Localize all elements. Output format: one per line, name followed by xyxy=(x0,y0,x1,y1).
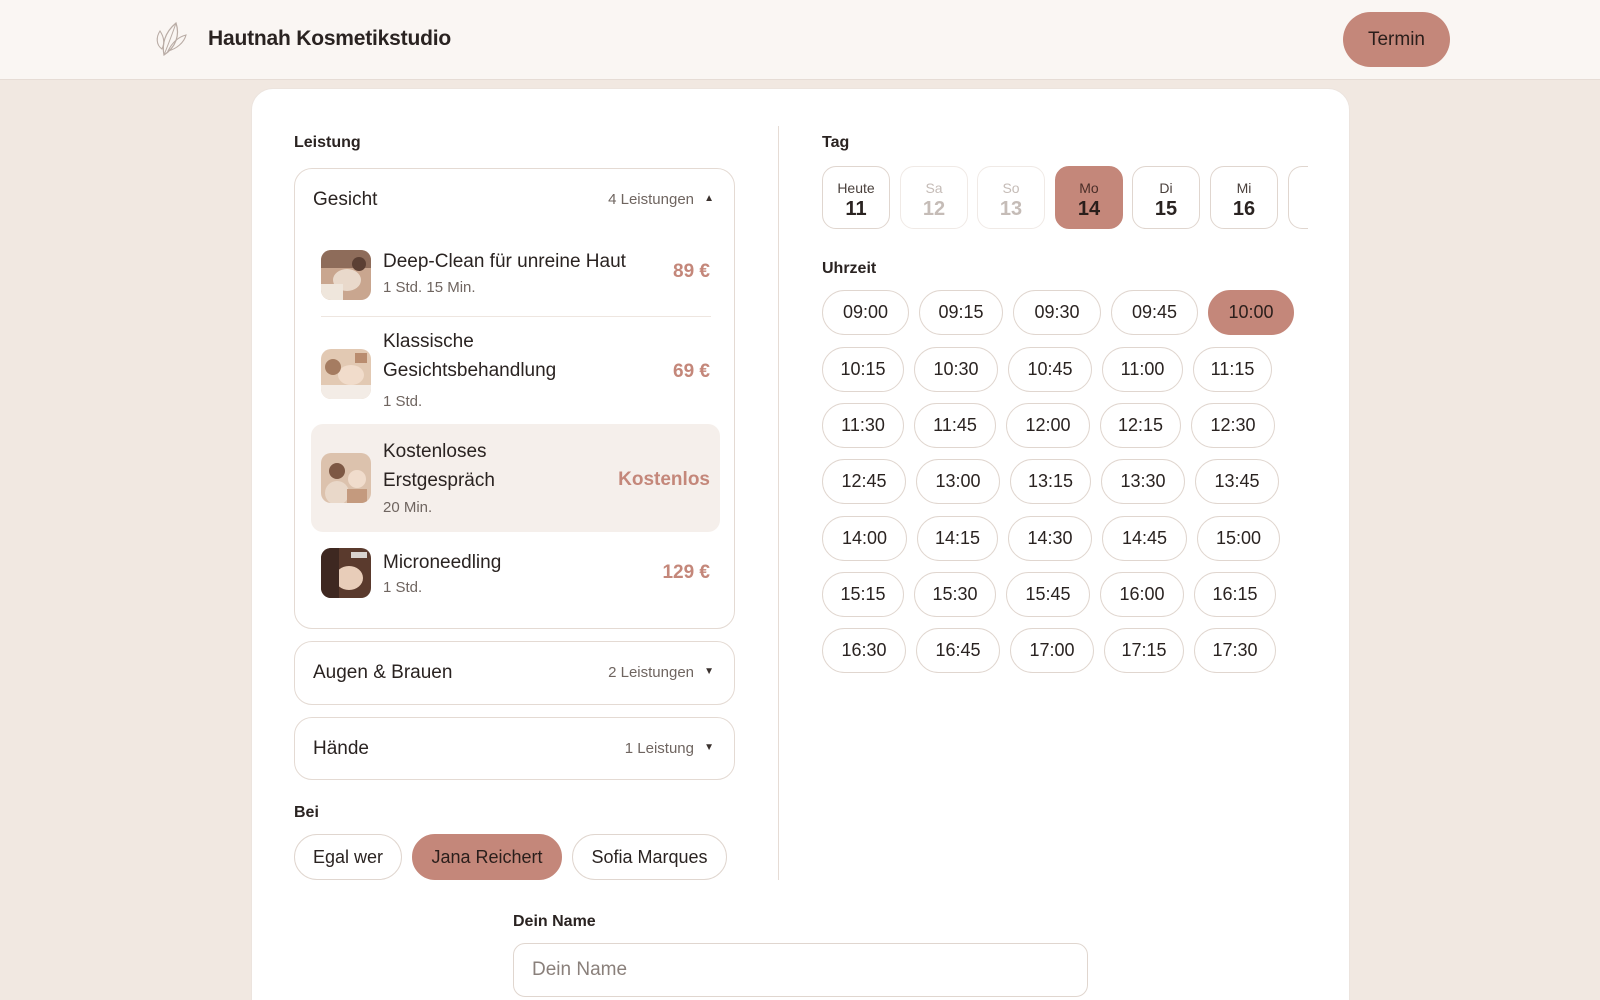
time-slot[interactable]: 16:15 xyxy=(1194,572,1276,617)
day-mi[interactable]: Mi 16 xyxy=(1210,166,1278,229)
time-slot[interactable]: 10:30 xyxy=(914,347,998,392)
time-slot[interactable]: 14:00 xyxy=(822,516,907,561)
service-price: 89 € xyxy=(673,261,710,282)
time-slot[interactable]: 09:30 xyxy=(1013,290,1101,335)
day-mo[interactable]: Mo 14 xyxy=(1055,166,1123,229)
service-thumbnail xyxy=(321,548,371,598)
service-thumbnail xyxy=(321,250,371,300)
service-microneedling[interactable]: Microneedling 1 Std. 129 € xyxy=(311,535,720,619)
time-slot[interactable]: 11:15 xyxy=(1193,347,1272,392)
time-slot[interactable]: 15:00 xyxy=(1197,516,1280,561)
category-header-gesicht[interactable]: Gesicht 4 Leistungen ▲ xyxy=(295,169,734,231)
category-count: 4 Leistungen xyxy=(608,191,694,208)
leistung-label: Leistung xyxy=(294,134,361,151)
service-price: 69 € xyxy=(673,361,710,382)
time-slot[interactable]: 10:45 xyxy=(1008,347,1092,392)
service-name: Klassische Gesichtsbehandlung xyxy=(383,331,557,381)
chevron-down-icon: ▼ xyxy=(704,742,714,753)
chevron-down-icon: ▼ xyxy=(704,666,714,677)
category-header-haende[interactable]: Hände 1 Leistung ▼ xyxy=(295,718,734,780)
service-duration: 1 Std. xyxy=(383,579,423,596)
time-slot[interactable]: 15:15 xyxy=(822,572,904,617)
service-price: Kostenlos xyxy=(618,469,710,490)
time-slot[interactable]: 12:45 xyxy=(822,459,906,504)
time-slot[interactable]: 12:30 xyxy=(1191,403,1275,448)
category-haende[interactable]: Hände 1 Leistung ▼ xyxy=(294,717,735,780)
day-heute[interactable]: Heute 11 xyxy=(822,166,890,229)
column-divider xyxy=(778,126,779,880)
service-deep-clean[interactable]: Deep-Clean für unreine Haut 1 Std. 15 Mi… xyxy=(311,235,720,315)
time-slot[interactable]: 12:00 xyxy=(1006,403,1090,448)
time-slot[interactable]: 17:15 xyxy=(1104,628,1184,673)
staff-option-sofia-marques[interactable]: Sofia Marques xyxy=(572,834,727,880)
service-thumbnail xyxy=(321,349,371,399)
time-slot[interactable]: 13:15 xyxy=(1010,459,1091,504)
service-divider xyxy=(321,316,711,317)
time-slot[interactable]: 11:30 xyxy=(822,403,904,448)
time-slot[interactable]: 16:30 xyxy=(822,628,906,673)
termin-button[interactable]: Termin xyxy=(1343,12,1450,67)
staff-option-egal-wer[interactable]: Egal wer xyxy=(294,834,402,880)
category-title: Augen & Brauen xyxy=(313,662,453,683)
service-thumbnail xyxy=(321,453,371,503)
time-slot[interactable]: 15:45 xyxy=(1006,572,1090,617)
time-slot[interactable]: 14:30 xyxy=(1008,516,1092,561)
day-next-partial[interactable] xyxy=(1288,166,1308,229)
time-slot[interactable]: 13:30 xyxy=(1101,459,1185,504)
top-bar: Hautnah Kosmetikstudio Termin xyxy=(0,0,1600,80)
service-duration: 20 Min. xyxy=(383,499,433,516)
time-slot[interactable]: 09:45 xyxy=(1111,290,1198,335)
chevron-up-icon: ▲ xyxy=(704,193,714,204)
day-di[interactable]: Di 15 xyxy=(1132,166,1200,229)
service-kostenloses-erstgespraech[interactable]: Kostenloses Erstgespräch 20 Min. Kostenl… xyxy=(311,424,720,532)
time-slot[interactable]: 15:30 xyxy=(914,572,996,617)
service-duration: 1 Std. xyxy=(383,393,423,410)
service-klassische-gesichtsbehandlung[interactable]: Klassische Gesichtsbehandlung 1 Std. 69 … xyxy=(311,321,720,427)
service-name: Microneedling xyxy=(383,552,502,573)
leaf-icon xyxy=(152,18,192,60)
day-so: So 13 xyxy=(977,166,1045,229)
category-header-augen-brauen[interactable]: Augen & Brauen 2 Leistungen ▼ xyxy=(295,642,734,704)
category-gesicht: Gesicht 4 Leistungen ▲ Deep-Clean für un… xyxy=(294,168,735,629)
time-slot[interactable]: 09:15 xyxy=(919,290,1003,335)
time-slot[interactable]: 13:00 xyxy=(916,459,1000,504)
category-title: Gesicht xyxy=(313,189,378,210)
time-slot[interactable]: 13:45 xyxy=(1195,459,1279,504)
day-sa: Sa 12 xyxy=(900,166,968,229)
category-title: Hände xyxy=(313,738,369,759)
service-duration: 1 Std. 15 Min. xyxy=(383,279,476,296)
time-slot[interactable]: 16:00 xyxy=(1100,572,1184,617)
service-name: Deep-Clean für unreine Haut xyxy=(383,251,626,272)
time-slot[interactable]: 12:15 xyxy=(1100,403,1181,448)
time-slot[interactable]: 11:00 xyxy=(1102,347,1183,392)
name-label: Dein Name xyxy=(513,913,596,930)
tag-label: Tag xyxy=(822,134,850,151)
uhrzeit-label: Uhrzeit xyxy=(822,260,877,277)
name-input[interactable] xyxy=(513,943,1088,997)
time-slot[interactable]: 14:45 xyxy=(1102,516,1187,561)
time-slot[interactable]: 16:45 xyxy=(916,628,1000,673)
time-slot[interactable]: 11:45 xyxy=(914,403,996,448)
category-count: 2 Leistungen xyxy=(608,664,694,681)
category-augen-brauen[interactable]: Augen & Brauen 2 Leistungen ▼ xyxy=(294,641,735,705)
bei-label: Bei xyxy=(294,804,319,821)
time-slot[interactable]: 14:15 xyxy=(917,516,998,561)
time-slot[interactable]: 10:15 xyxy=(822,347,904,392)
staff-option-jana-reichert[interactable]: Jana Reichert xyxy=(412,834,562,880)
brand[interactable]: Hautnah Kosmetikstudio xyxy=(152,18,451,60)
brand-name: Hautnah Kosmetikstudio xyxy=(208,27,451,50)
category-count: 1 Leistung xyxy=(624,740,694,757)
time-slot[interactable]: 09:00 xyxy=(822,290,909,335)
time-slot[interactable]: 17:00 xyxy=(1010,628,1094,673)
service-name: Kostenloses Erstgespräch xyxy=(383,441,495,491)
service-price: 129 € xyxy=(662,562,710,583)
time-slot[interactable]: 17:30 xyxy=(1194,628,1276,673)
time-slot-selected[interactable]: 10:00 xyxy=(1208,290,1294,335)
